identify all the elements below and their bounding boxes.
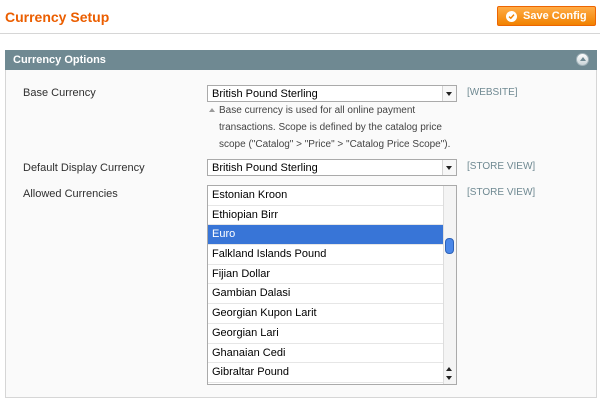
scroll-up-arrow-icon[interactable] (446, 367, 452, 371)
default-display-currency-scope: [STORE VIEW] (467, 161, 536, 172)
currency-option[interactable]: Ghanaian Cedi (208, 344, 445, 364)
section-header[interactable]: Currency Options (5, 50, 597, 70)
base-currency-scope: [WEBSITE] (467, 87, 518, 98)
allowed-currencies-label: Allowed Currencies (23, 188, 118, 200)
note-line: scope ("Catalog" > "Price" > "Catalog Pr… (219, 139, 451, 150)
currency-option[interactable]: Georgian Kupon Larit (208, 304, 445, 324)
note-line: transactions. Scope is defined by the ca… (219, 122, 442, 133)
chevron-down-icon (442, 160, 456, 175)
currency-option[interactable]: Estonian Kroon (208, 186, 445, 206)
title-divider (0, 33, 600, 34)
currency-option[interactable]: Gibraltar Pound (208, 363, 445, 383)
currency-option[interactable]: Fijian Dollar (208, 265, 445, 285)
base-currency-label: Base Currency (23, 87, 96, 99)
currency-option[interactable]: Gambian Dalasi (208, 284, 445, 305)
save-config-label: Save Config (523, 10, 587, 22)
base-currency-value: British Pound Sterling (212, 88, 318, 100)
currency-option[interactable]: Ethiopian Birr (208, 206, 445, 226)
save-check-icon (506, 10, 517, 22)
page-title: Currency Setup (5, 9, 110, 25)
base-currency-note: Base currency is used for all online pay… (207, 102, 457, 153)
allowed-currencies-multiselect[interactable]: Estonian Kroon Ethiopian Birr Euro Falkl… (207, 185, 457, 385)
note-line: Base currency is used for all online pay… (219, 105, 416, 116)
save-config-button[interactable]: Save Config (497, 6, 596, 26)
section-title: Currency Options (13, 54, 106, 66)
scroll-down-arrow-icon[interactable] (446, 376, 452, 380)
scrollbar-thumb[interactable] (445, 238, 454, 254)
currency-option[interactable]: Falkland Islands Pound (208, 245, 445, 265)
default-display-currency-value: British Pound Sterling (212, 162, 318, 174)
scrollbar[interactable] (443, 186, 456, 384)
allowed-currencies-scope: [STORE VIEW] (467, 187, 536, 198)
collapse-icon[interactable] (576, 53, 589, 66)
default-display-currency-select[interactable]: British Pound Sterling (207, 159, 457, 176)
currency-option-selected[interactable]: Euro (208, 225, 445, 246)
currency-option[interactable]: Georgian Lari (208, 324, 445, 344)
chevron-down-icon (442, 86, 456, 101)
default-display-currency-label: Default Display Currency (23, 162, 145, 174)
note-arrow-icon (209, 108, 215, 112)
base-currency-select[interactable]: British Pound Sterling (207, 85, 457, 102)
